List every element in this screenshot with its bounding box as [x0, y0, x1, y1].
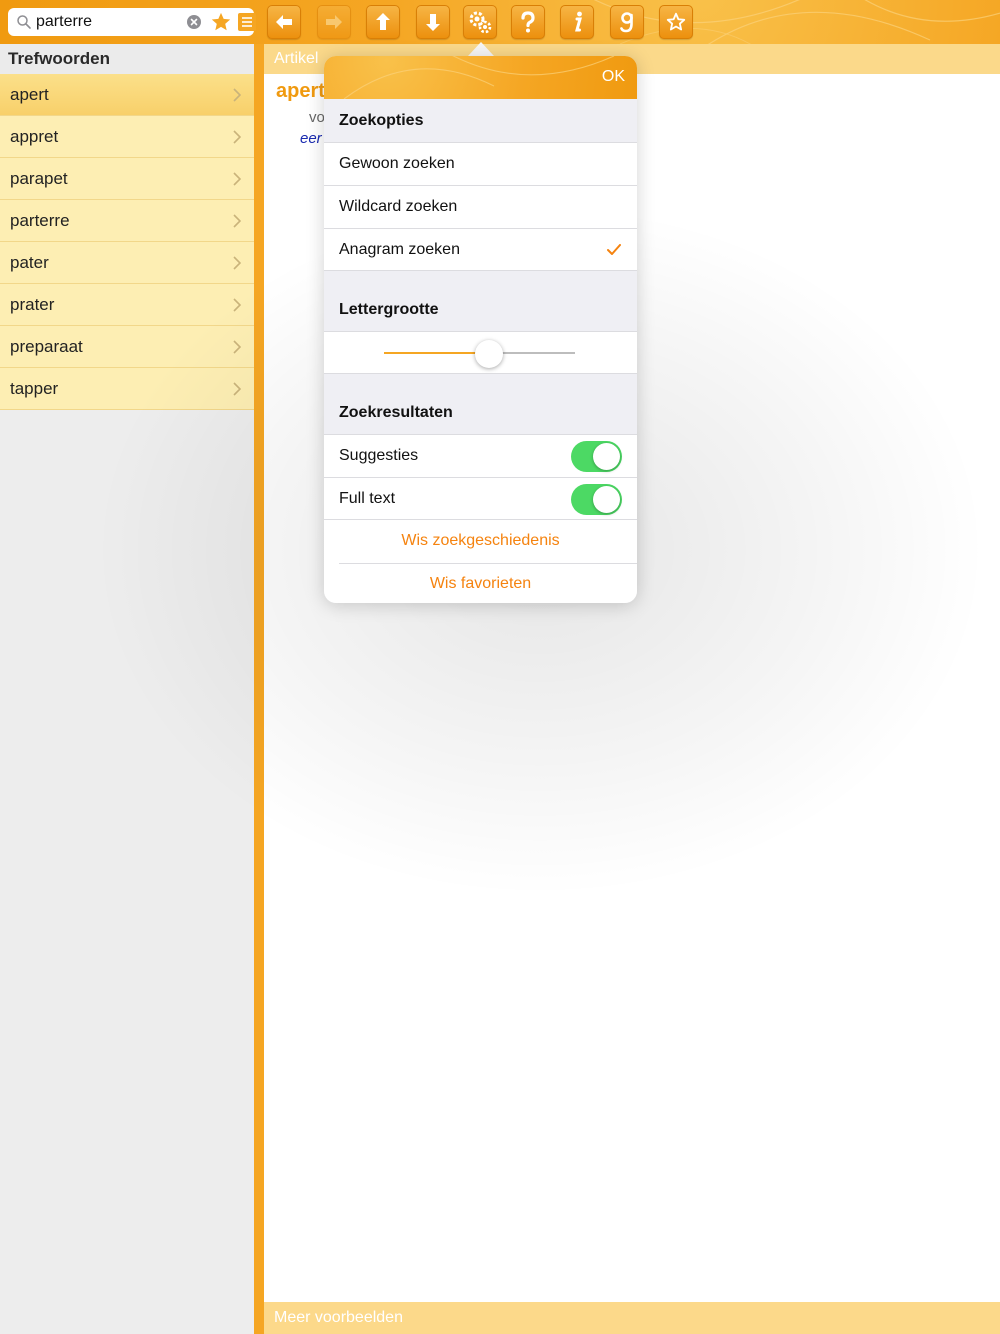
popover-header-decoration — [343, 56, 615, 99]
keyword-label: parapet — [10, 169, 68, 188]
keyword-item-apert[interactable]: apert — [0, 74, 255, 116]
option-wildcard-search[interactable]: Wildcard zoeken — [324, 185, 637, 228]
clear-favorites-label: Wis favorieten — [429, 575, 532, 592]
settings-popover: OK Zoekopties Gewoon zoeken Wildcard zoe… — [324, 56, 637, 603]
keyword-label: appret — [10, 127, 59, 146]
star-outline-icon — [666, 12, 686, 31]
article-part-of-speech: vo — [309, 109, 325, 126]
toggle-label: Full text — [339, 490, 396, 507]
search-box[interactable] — [8, 8, 257, 36]
option-label: Anagram zoeken — [339, 241, 460, 258]
slider-thumb[interactable] — [475, 340, 504, 368]
keyword-label: parterre — [10, 211, 70, 230]
popover-header: OK — [324, 56, 637, 99]
option-anagram-search[interactable]: Anagram zoeken — [324, 228, 637, 271]
chevron-right-icon — [233, 172, 241, 186]
keyword-label: tapper — [10, 379, 59, 398]
ok-button[interactable]: OK — [602, 68, 625, 86]
keyword-label: prater — [10, 295, 55, 314]
star-icon[interactable] — [210, 11, 232, 33]
help-button[interactable] — [511, 5, 545, 39]
keyword-item-tapper[interactable]: tapper — [0, 368, 255, 410]
search-options-title: Zoekopties — [339, 112, 424, 129]
forward-button[interactable] — [317, 5, 351, 39]
divider — [339, 563, 637, 564]
info-icon — [575, 11, 582, 32]
chevron-right-icon — [233, 214, 241, 228]
keyword-item-appret[interactable]: appret — [0, 116, 255, 158]
settings-button[interactable] — [463, 5, 497, 39]
google-g-icon — [620, 12, 633, 33]
clear-icon[interactable] — [187, 15, 201, 29]
font-size-title: Lettergrootte — [339, 301, 439, 318]
top-toolbar — [0, 0, 1000, 44]
option-label: Wildcard zoeken — [339, 198, 458, 215]
keyword-list: apert appret parapet parterre pater prat… — [0, 74, 255, 410]
popover-arrow — [468, 42, 494, 56]
list-icon[interactable] — [237, 12, 257, 32]
toggle-knob — [593, 486, 620, 513]
clear-history-button[interactable]: Wis zoekgeschiedenis — [324, 520, 637, 563]
search-input[interactable] — [36, 11, 176, 33]
arrow-right-icon — [326, 15, 342, 29]
option-normal-search[interactable]: Gewoon zoeken — [324, 142, 637, 185]
full-text-toggle[interactable] — [571, 484, 622, 515]
search-results-title: Zoekresultaten — [339, 404, 453, 421]
next-entry-button[interactable] — [416, 5, 450, 39]
keyword-item-parterre[interactable]: parterre — [0, 200, 255, 242]
chevron-right-icon — [233, 298, 241, 312]
font-size-slider-row — [324, 331, 637, 374]
suggestions-toggle[interactable] — [571, 441, 622, 472]
favorite-button[interactable] — [659, 5, 693, 39]
info-button[interactable] — [560, 5, 594, 39]
full-text-row: Full text — [324, 477, 637, 520]
keyword-item-preparaat[interactable]: preparaat — [0, 326, 255, 368]
checkmark-icon — [607, 244, 621, 255]
keyword-panel-title: Trefwoorden — [0, 44, 255, 74]
arrow-up-icon — [376, 13, 390, 30]
keyword-label: apert — [10, 85, 49, 104]
keyword-label: preparaat — [10, 337, 83, 356]
chevron-right-icon — [233, 130, 241, 144]
arrow-left-icon — [276, 15, 292, 29]
question-icon — [521, 11, 535, 33]
article-definition[interactable]: eer — [300, 130, 322, 147]
chevron-right-icon — [233, 88, 241, 102]
keyword-item-pater[interactable]: pater — [0, 242, 255, 284]
chevron-right-icon — [233, 256, 241, 270]
keyword-item-parapet[interactable]: parapet — [0, 158, 255, 200]
back-button[interactable] — [267, 5, 301, 39]
gears-icon — [469, 11, 492, 34]
keyword-panel: Trefwoorden apert appret parapet parterr… — [0, 44, 255, 1334]
option-label: Gewoon zoeken — [339, 155, 455, 172]
previous-entry-button[interactable] — [366, 5, 400, 39]
clear-history-label: Wis zoekgeschiedenis — [401, 532, 560, 549]
search-icon — [17, 15, 31, 29]
panel-divider[interactable] — [254, 44, 264, 1334]
arrow-down-icon — [426, 14, 440, 31]
toggle-knob — [593, 443, 620, 470]
chevron-right-icon — [233, 382, 241, 396]
slider-fill — [384, 352, 490, 354]
article-headword: apert — [276, 80, 325, 102]
more-examples-bar[interactable]: Meer voorbeelden — [264, 1302, 1000, 1334]
clear-favorites-button[interactable]: Wis favorieten — [324, 563, 637, 603]
chevron-right-icon — [233, 340, 241, 354]
google-button[interactable] — [610, 5, 644, 39]
keyword-item-prater[interactable]: prater — [0, 284, 255, 326]
suggestions-row: Suggesties — [324, 434, 637, 477]
keyword-label: pater — [10, 253, 49, 272]
toggle-label: Suggesties — [339, 447, 419, 464]
